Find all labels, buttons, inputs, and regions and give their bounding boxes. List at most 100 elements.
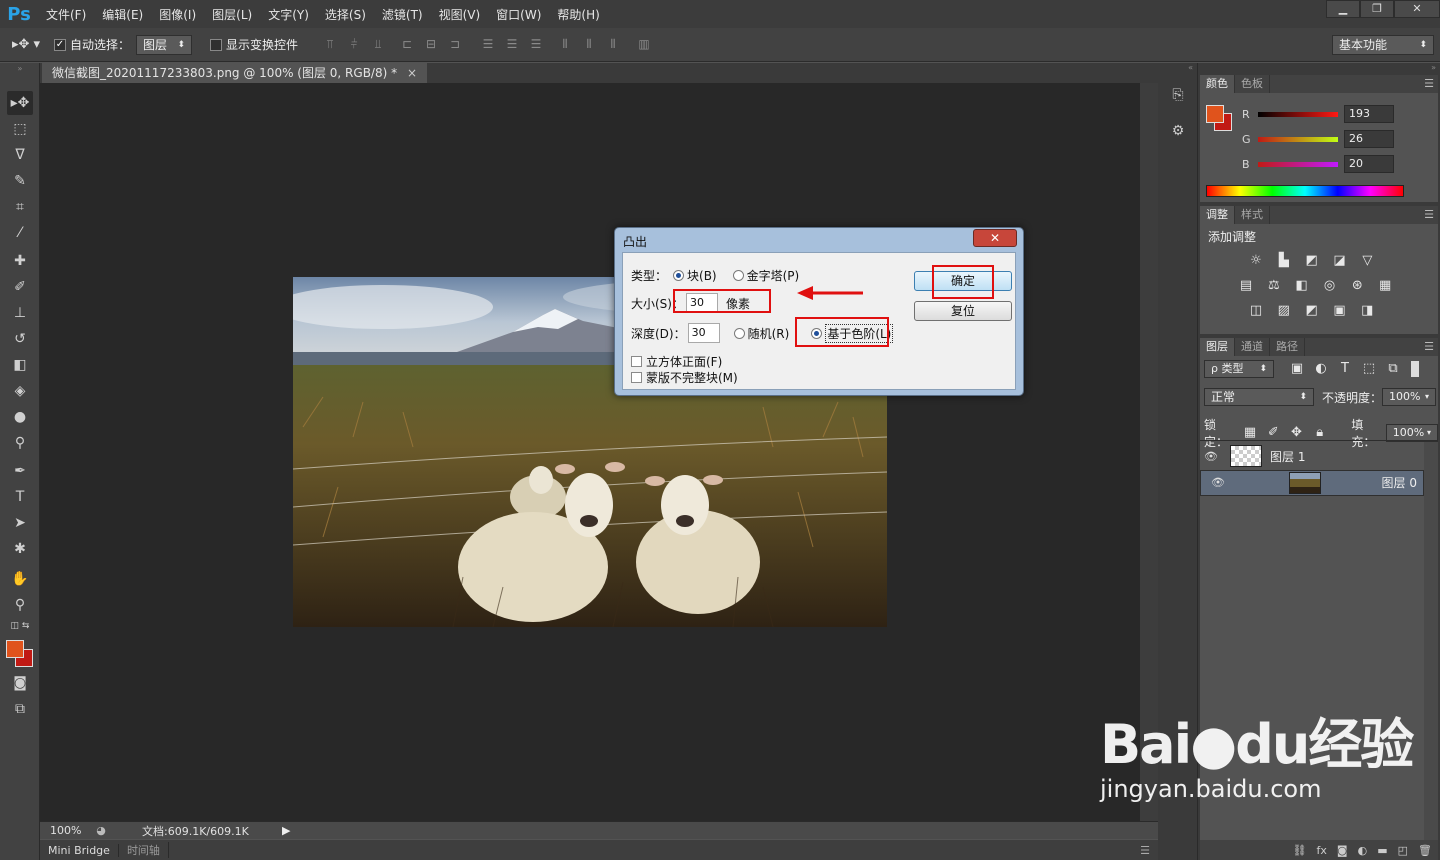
- minimize-button[interactable]: ▁: [1326, 0, 1360, 18]
- fx-icon[interactable]: fx: [1317, 844, 1327, 857]
- tab-adjustments[interactable]: 调整: [1200, 206, 1235, 224]
- menu-file[interactable]: 文件(F): [38, 6, 94, 23]
- workspace-dropdown[interactable]: 基本功能 ⬍: [1332, 35, 1434, 55]
- delete-layer-icon[interactable]: 🗑︎: [1418, 844, 1432, 857]
- filter-type-icon[interactable]: T: [1336, 361, 1354, 377]
- dodge-tool-icon[interactable]: ⚲: [7, 431, 33, 455]
- tab-paths[interactable]: 路径: [1270, 338, 1305, 356]
- menu-type[interactable]: 文字(Y): [260, 6, 317, 23]
- properties-panel-icon[interactable]: ⚙: [1168, 123, 1188, 145]
- eyedropper-tool-icon[interactable]: ⁄: [7, 221, 33, 245]
- tab-close-icon[interactable]: ×: [407, 66, 417, 80]
- align-vcenter-icon[interactable]: ⫩: [345, 37, 363, 53]
- blue-value[interactable]: 20: [1344, 155, 1394, 173]
- filter-pixel-icon[interactable]: ▣: [1288, 361, 1306, 377]
- foreground-color-swatch[interactable]: [6, 640, 24, 658]
- add-mask-icon[interactable]: ◙: [1337, 844, 1348, 857]
- menu-help[interactable]: 帮助(H): [549, 6, 607, 23]
- filter-adjustment-icon[interactable]: ◐: [1312, 361, 1330, 377]
- show-transform-checkbox[interactable]: [210, 38, 223, 51]
- gradient-map-icon[interactable]: ▣: [1330, 303, 1348, 319]
- panel-menu-icon[interactable]: ☰: [1424, 75, 1438, 93]
- threshold-icon[interactable]: ◩: [1303, 303, 1321, 319]
- color-balance-icon[interactable]: ⚖: [1265, 278, 1283, 294]
- tab-layers[interactable]: 图层: [1200, 338, 1235, 356]
- panel-menu-icon[interactable]: ☰: [1424, 206, 1438, 224]
- solid-front-checkbox[interactable]: [631, 356, 642, 367]
- color-spectrum-bar[interactable]: [1206, 185, 1404, 197]
- layer-row-layer0[interactable]: 👁︎ 图层 0: [1200, 470, 1424, 496]
- layers-scrollbar[interactable]: [1424, 442, 1438, 842]
- blend-mode-dropdown[interactable]: 正常 ⬍: [1204, 388, 1314, 406]
- close-button[interactable]: ✕: [1394, 0, 1440, 18]
- paint-bucket-tool-icon[interactable]: ◈: [7, 379, 33, 403]
- move-tool-preset-icon[interactable]: ▸✥ ▾: [12, 37, 46, 52]
- depth-input[interactable]: 30: [687, 323, 720, 343]
- brush-tool-icon[interactable]: ✐: [7, 275, 33, 299]
- swap-colors-icon[interactable]: ◫ ⇆: [7, 619, 33, 633]
- type-block-radio[interactable]: [673, 270, 685, 281]
- blue-slider[interactable]: [1258, 161, 1338, 167]
- vibrance-icon[interactable]: ▽: [1358, 253, 1376, 269]
- tab-color[interactable]: 颜色: [1200, 75, 1235, 93]
- auto-select-checkbox[interactable]: [54, 38, 66, 51]
- zoom-tool-icon[interactable]: ⚲: [7, 593, 33, 617]
- eye-icon[interactable]: 👁︎: [1207, 475, 1229, 491]
- hand-tool-icon[interactable]: ✋: [7, 567, 33, 591]
- screen-mode-icon[interactable]: ⧉: [7, 697, 33, 721]
- hue-saturation-icon[interactable]: ▤: [1237, 278, 1255, 294]
- selective-color-icon[interactable]: ◨: [1358, 303, 1376, 319]
- type-pyramid-radio[interactable]: [732, 270, 744, 281]
- posterize-icon[interactable]: ▨: [1275, 303, 1293, 319]
- panels-collapse-icon[interactable]: »: [1198, 63, 1440, 73]
- layer-filter-dropdown[interactable]: ρ 类型 ⬍: [1204, 360, 1274, 378]
- filter-shape-icon[interactable]: ⬚: [1360, 361, 1378, 377]
- dialog-close-button[interactable]: ✕: [973, 229, 1017, 247]
- mask-incomplete-checkbox[interactable]: [631, 372, 642, 383]
- curves-icon[interactable]: ◩: [1303, 253, 1321, 269]
- color-panel-foreground[interactable]: [1206, 105, 1224, 123]
- distribute-left-icon[interactable]: ⫴: [556, 37, 574, 53]
- status-menu-icon[interactable]: ◕: [90, 824, 112, 837]
- opacity-input[interactable]: 100% ▾: [1382, 388, 1437, 406]
- align-left-icon[interactable]: ⊏: [398, 37, 416, 53]
- history-panel-icon[interactable]: ⎘: [1168, 87, 1188, 109]
- tab-timeline[interactable]: 时间轴: [119, 842, 169, 858]
- tab-swatches[interactable]: 色板: [1235, 75, 1270, 93]
- distribute-right-icon[interactable]: ⫴: [604, 37, 622, 53]
- color-lookup-icon[interactable]: ▦: [1376, 278, 1394, 294]
- brightness-icon[interactable]: ☼: [1247, 253, 1265, 269]
- lasso-tool-icon[interactable]: ᐁ: [7, 143, 33, 167]
- maximize-button[interactable]: ❐: [1360, 0, 1394, 18]
- lock-transparent-icon[interactable]: ▦: [1241, 425, 1258, 441]
- panel-menu-icon[interactable]: ☰: [1140, 844, 1150, 857]
- healing-brush-tool-icon[interactable]: ✚: [7, 249, 33, 273]
- layer-name[interactable]: 图层 0: [1382, 475, 1417, 491]
- eye-icon[interactable]: 👁︎: [1200, 450, 1222, 463]
- menu-filter[interactable]: 滤镜(T): [374, 6, 431, 23]
- layer-name[interactable]: 图层 1: [1270, 448, 1305, 465]
- quick-mask-icon[interactable]: ◙: [7, 671, 33, 695]
- auto-select-target-dropdown[interactable]: 图层 ⬍: [136, 34, 193, 55]
- menu-select[interactable]: 选择(S): [317, 6, 374, 23]
- mask-incomplete-label[interactable]: 蒙版不完整块(M): [646, 369, 738, 386]
- distribute-hcenter-icon[interactable]: ⫴: [580, 37, 598, 53]
- lock-image-icon[interactable]: ✐: [1265, 425, 1282, 441]
- tab-channels[interactable]: 通道: [1235, 338, 1270, 356]
- eraser-tool-icon[interactable]: ◧: [7, 353, 33, 377]
- menu-layer[interactable]: 图层(L): [204, 6, 260, 23]
- photo-filter-icon[interactable]: ◎: [1320, 278, 1338, 294]
- distribute-vcenter-icon[interactable]: ☰: [503, 37, 521, 53]
- history-brush-tool-icon[interactable]: ↺: [7, 327, 33, 351]
- canvas-area[interactable]: [40, 83, 1140, 821]
- link-layers-icon[interactable]: ⛓: [1293, 844, 1307, 857]
- distribute-top-icon[interactable]: ☰: [479, 37, 497, 53]
- align-right-icon[interactable]: ⊐: [446, 37, 464, 53]
- menu-window[interactable]: 窗口(W): [488, 6, 549, 23]
- tab-mini-bridge[interactable]: Mini Bridge: [40, 843, 119, 857]
- color-swatches[interactable]: [6, 640, 36, 670]
- menu-edit[interactable]: 编辑(E): [94, 6, 151, 23]
- red-value[interactable]: 193: [1344, 105, 1394, 123]
- depth-random-radio[interactable]: [733, 327, 745, 339]
- quick-select-tool-icon[interactable]: ✎: [7, 169, 33, 193]
